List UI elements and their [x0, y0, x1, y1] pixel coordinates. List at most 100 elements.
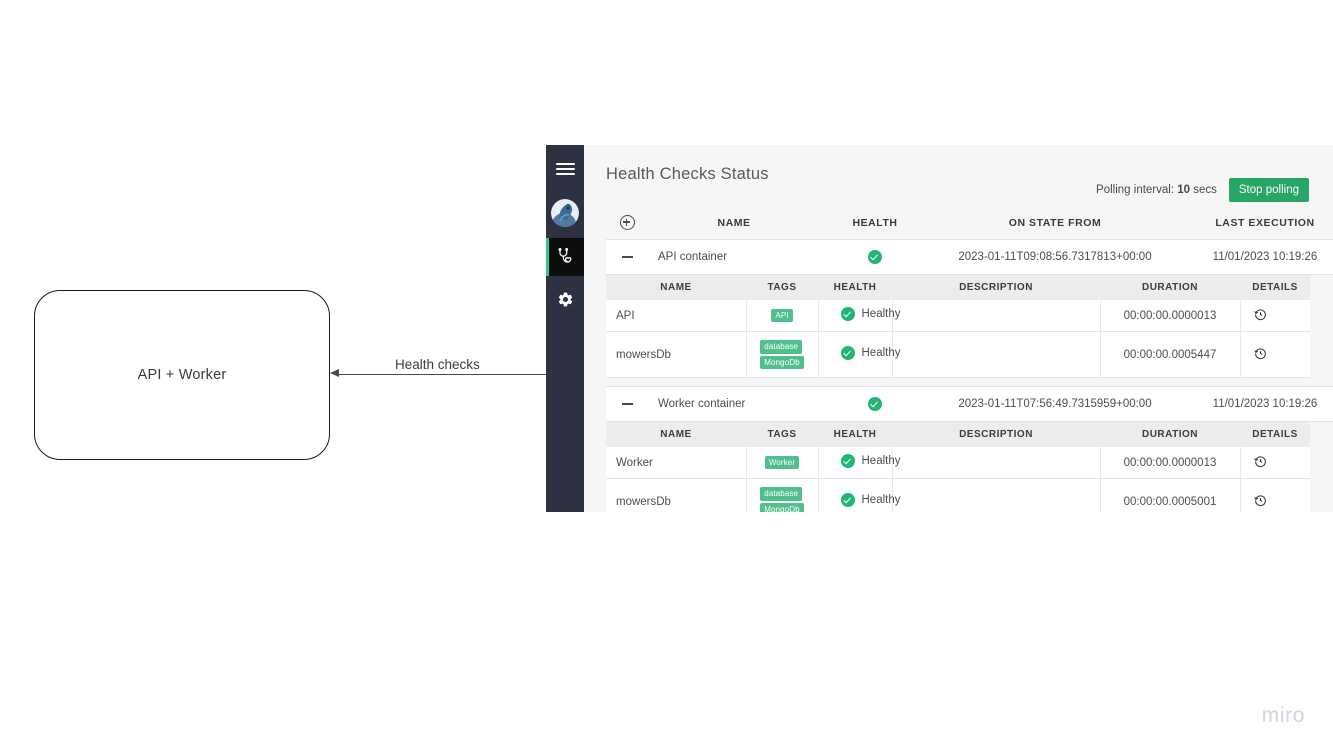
health-label: Healthy	[861, 308, 901, 320]
table-row[interactable]: mowersDb database MongoDb Healthy 00:00:…	[606, 478, 1310, 512]
history-clock-icon[interactable]	[1253, 455, 1267, 468]
container-on-state-from: 2023-01-11T09:08:56.7317813+00:00	[930, 239, 1180, 275]
check-name: mowersDb	[606, 478, 747, 512]
stethoscope-heart-icon	[558, 248, 572, 263]
expand-all-header[interactable]	[606, 207, 648, 239]
check-duration: 00:00:00.0005001	[1100, 478, 1241, 512]
sidebar	[546, 145, 584, 512]
check-health: Healthy	[818, 478, 901, 512]
polling-value: 10	[1177, 184, 1191, 196]
inner-col-details: DETAILS	[1240, 422, 1310, 448]
check-circle-icon	[840, 493, 855, 508]
container-name: API container	[648, 239, 820, 275]
outer-table-header: NAME HEALTH ON STATE FROM LAST EXECUTION	[606, 207, 1333, 239]
table-row[interactable]: Worker container 2023-01-11T07:56:49.731…	[606, 386, 1333, 423]
inner-col-duration: DURATION	[1100, 275, 1240, 300]
check-health: Healthy	[818, 331, 901, 379]
history-clock-icon[interactable]	[1253, 494, 1267, 507]
check-details[interactable]	[1240, 331, 1310, 379]
stop-polling-button[interactable]: Stop polling	[1228, 178, 1309, 202]
outer-col-on-state-from: ON STATE FROM	[930, 207, 1180, 239]
plus-circle-icon[interactable]	[619, 215, 635, 230]
check-tags: database MongoDb	[746, 331, 819, 379]
inner-col-health: HEALTH	[818, 422, 892, 448]
outer-col-name: NAME	[648, 207, 820, 239]
checks-table-worker: NAME TAGS HEALTH DESCRIPTION DURATION DE…	[606, 422, 1310, 512]
polling-interval-text: Polling interval: 10 secs	[1096, 184, 1217, 196]
check-description	[892, 300, 1101, 332]
inner-col-details: DETAILS	[1240, 275, 1310, 300]
check-circle-icon	[868, 397, 882, 412]
inner-col-description: DESCRIPTION	[892, 422, 1100, 448]
gear-icon	[558, 292, 572, 306]
container-last-execution: 11/01/2023 10:19:26	[1180, 386, 1333, 423]
sidebar-item-avatar[interactable]	[546, 194, 584, 232]
miro-watermark: miro	[1261, 704, 1305, 727]
inner-col-tags: TAGS	[746, 275, 818, 300]
container-health	[820, 386, 930, 423]
inner-col-description: DESCRIPTION	[892, 275, 1100, 300]
container-on-state-from: 2023-01-11T07:56:49.7315959+00:00	[930, 386, 1180, 423]
table-row[interactable]: mowersDb database MongoDb Healthy 00:00:…	[606, 331, 1310, 379]
check-description	[892, 331, 1101, 379]
check-duration: 00:00:00.0005447	[1100, 331, 1241, 379]
outer-col-health: HEALTH	[820, 207, 930, 239]
history-clock-icon[interactable]	[1253, 308, 1267, 321]
check-details[interactable]	[1240, 478, 1310, 512]
outer-col-last-execution: LAST EXECUTION	[1180, 207, 1333, 239]
polling-prefix: Polling interval:	[1096, 184, 1175, 196]
table-row[interactable]: Worker Worker Healthy 00:00:00.0000013	[606, 447, 1310, 480]
check-duration: 00:00:00.0000013	[1100, 447, 1241, 480]
checks-table-api: NAME TAGS HEALTH DESCRIPTION DURATION DE…	[606, 275, 1310, 379]
check-tags: Worker	[746, 447, 819, 480]
diagram-node-api-worker[interactable]: API + Worker	[34, 290, 330, 460]
container-last-execution: 11/01/2023 10:19:26	[1180, 239, 1333, 275]
inner-col-name: NAME	[606, 422, 746, 448]
avatar	[551, 199, 579, 227]
diagram-connector[interactable]	[330, 369, 548, 377]
minus-icon	[621, 403, 633, 405]
main-content: Health Checks Status Polling interval: 1…	[584, 145, 1333, 512]
inner-header-row: NAME TAGS HEALTH DESCRIPTION DURATION DE…	[606, 422, 1310, 448]
tag-badge: Worker	[764, 455, 800, 470]
sidebar-item-menu-toggle[interactable]	[546, 150, 584, 188]
container-row-api: API container 2023-01-11T09:08:56.731781…	[606, 239, 1333, 275]
page-title: Health Checks Status	[606, 165, 769, 183]
outer-header-row: NAME HEALTH ON STATE FROM LAST EXECUTION	[606, 207, 1333, 239]
container-row-worker: Worker container 2023-01-11T07:56:49.731…	[606, 386, 1333, 423]
check-circle-icon	[840, 454, 855, 469]
inner-header-row: NAME TAGS HEALTH DESCRIPTION DURATION DE…	[606, 275, 1310, 300]
polling-controls: Polling interval: 10 secs Stop polling	[1096, 178, 1309, 202]
container-name: Worker container	[648, 386, 820, 423]
collapse-toggle[interactable]	[606, 239, 648, 275]
healthchecks-ui-screenshot: Health Checks Status Polling interval: 1…	[546, 145, 1333, 512]
avatar-image	[551, 199, 579, 227]
table-row[interactable]: API API Healthy 00:00:00.0000013	[606, 300, 1310, 332]
sidebar-item-settings[interactable]	[546, 280, 584, 318]
check-name: API	[606, 300, 747, 332]
connector-label: Health checks	[392, 357, 483, 372]
check-health: Healthy	[818, 447, 901, 480]
inner-col-health: HEALTH	[818, 275, 892, 300]
table-row[interactable]: API container 2023-01-11T09:08:56.731781…	[606, 239, 1333, 275]
container-health	[820, 239, 930, 275]
check-description	[892, 447, 1101, 480]
check-circle-icon	[840, 346, 855, 361]
polling-suffix: secs	[1193, 184, 1217, 196]
check-circle-icon	[868, 250, 882, 264]
tag-badge: MongoDb	[760, 355, 804, 370]
screenshot-canvas: API + Worker Health checks miro Health C…	[0, 0, 1333, 750]
tag-badge: database	[760, 487, 803, 501]
inner-col-tags: TAGS	[746, 422, 818, 448]
health-checks-table-area: NAME HEALTH ON STATE FROM LAST EXECUTION	[606, 207, 1333, 512]
check-details[interactable]	[1240, 447, 1310, 480]
history-clock-icon[interactable]	[1253, 347, 1267, 360]
sidebar-item-health-checks[interactable]	[546, 238, 584, 276]
collapse-toggle[interactable]	[606, 386, 648, 423]
check-name: mowersDb	[606, 331, 747, 379]
inner-col-name: NAME	[606, 275, 746, 300]
connector-line	[338, 373, 548, 375]
check-details[interactable]	[1240, 300, 1310, 332]
health-label: Healthy	[861, 455, 901, 468]
check-circle-icon	[840, 307, 855, 321]
